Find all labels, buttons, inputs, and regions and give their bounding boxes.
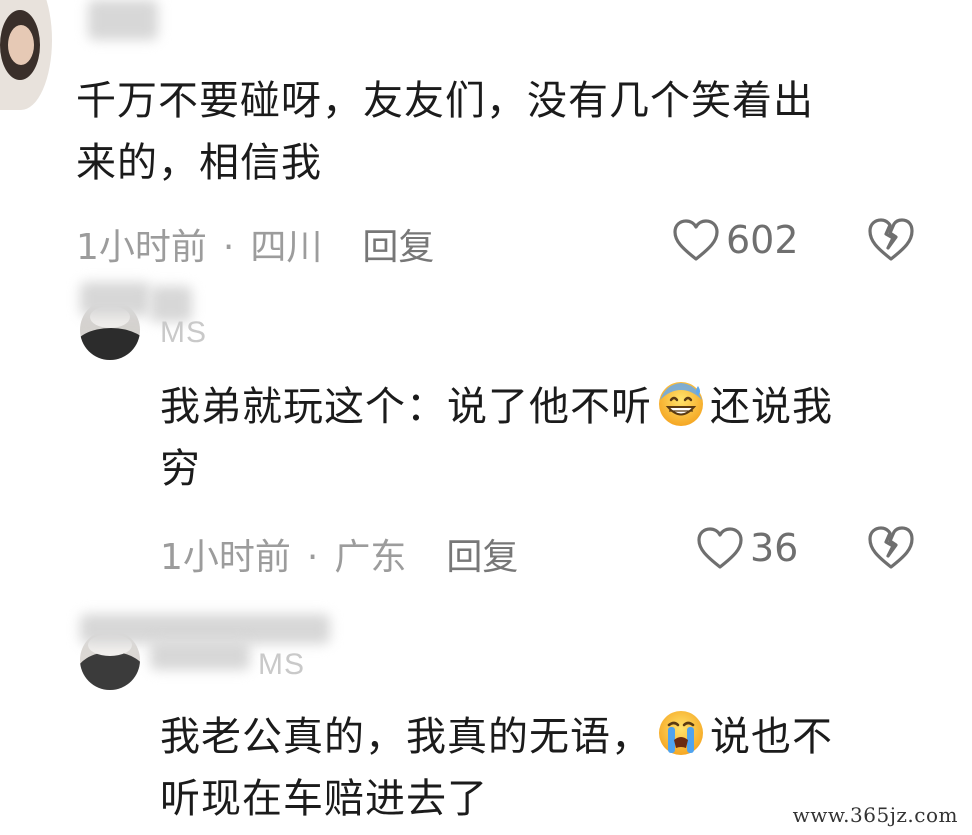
like-button[interactable]: 36 bbox=[696, 526, 798, 570]
like-count: 36 bbox=[750, 526, 799, 570]
timestamp: 1小时前 bbox=[76, 227, 207, 268]
username-blurred bbox=[88, 0, 158, 40]
watermark: www.365jz.com bbox=[792, 803, 958, 827]
comment-text: 我弟就玩这个：说了他不听 还说我 穷 bbox=[160, 376, 940, 500]
comment-line: 穷 bbox=[160, 446, 201, 492]
comment-line: 我老公真的，我真的无语， 说也不 bbox=[160, 706, 940, 768]
username-fragment[interactable]: MS bbox=[160, 316, 207, 350]
comment-line: 我弟就玩这个：说了他不听 还说我 bbox=[160, 376, 940, 438]
timestamp: 1小时前 bbox=[160, 537, 291, 578]
like-count: 602 bbox=[726, 218, 799, 262]
username-blurred bbox=[150, 640, 250, 670]
username-fragment[interactable]: MS bbox=[258, 648, 305, 682]
username-blurred bbox=[80, 282, 150, 316]
avatar[interactable] bbox=[0, 0, 52, 110]
location: 广东 bbox=[334, 537, 407, 578]
grinning-sweat-emoji bbox=[659, 382, 703, 426]
heart-outline-icon bbox=[673, 219, 719, 261]
comment-meta: 1小时前 · 四川 回复 bbox=[76, 218, 434, 270]
location: 四川 bbox=[250, 227, 323, 268]
broken-heart-icon bbox=[868, 218, 914, 261]
separator: · bbox=[306, 537, 319, 578]
comment-text: 千万不要碰呀，友友们，没有几个笑着出 来的，相信我 bbox=[76, 70, 936, 194]
reply-button[interactable]: 回复 bbox=[362, 227, 434, 268]
like-button[interactable]: 602 bbox=[672, 218, 799, 262]
comment-meta: 1小时前 · 广东 回复 bbox=[160, 528, 518, 580]
comment-line: 千万不要碰呀，友友们，没有几个笑着出 bbox=[76, 78, 814, 124]
dislike-button[interactable] bbox=[866, 216, 916, 266]
loudly-crying-emoji bbox=[659, 711, 703, 755]
comment-thread: 千万不要碰呀，友友们，没有几个笑着出 来的，相信我 1小时前 · 四川 回复 602 … bbox=[0, 0, 972, 835]
comment-line: 来的，相信我 bbox=[76, 140, 322, 186]
broken-heart-icon bbox=[868, 526, 914, 569]
dislike-button[interactable] bbox=[866, 524, 916, 574]
separator: · bbox=[222, 227, 235, 268]
reply-button[interactable]: 回复 bbox=[446, 537, 518, 578]
heart-outline-icon bbox=[697, 527, 743, 569]
